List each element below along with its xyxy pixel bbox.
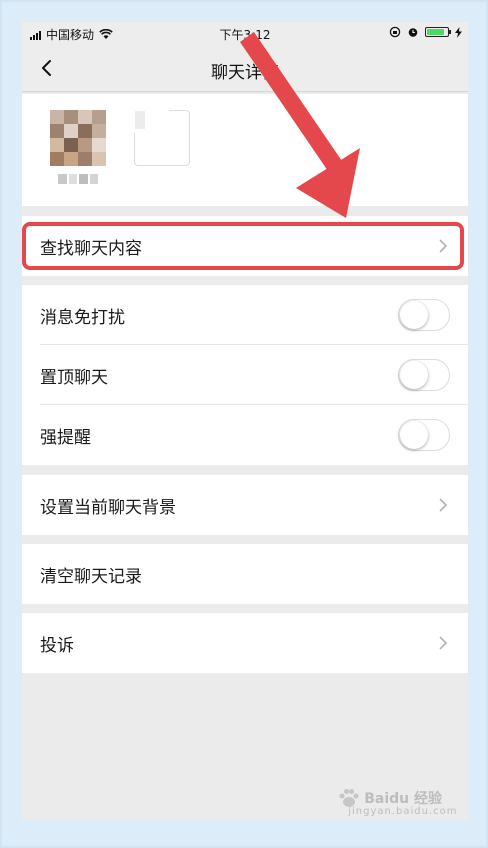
strong-alert-label: 强提醒 xyxy=(40,428,91,448)
alarm-icon xyxy=(408,28,418,37)
battery-icon xyxy=(425,27,451,37)
clear-group: 清空聊天记录 xyxy=(22,544,468,604)
phone-screen: 中国移动 下午3:12 聊天详情 查找聊天内容 消息免打扰 置顶聊天 强提醒 设… xyxy=(22,22,468,820)
toggle-group: 消息免打扰 置顶聊天 强提醒 xyxy=(22,285,468,465)
complain-row[interactable]: 投诉 xyxy=(22,613,468,673)
watermark-url: jingyan.baidu.com xyxy=(348,806,458,817)
chat-background-label: 设置当前聊天背景 xyxy=(40,498,176,518)
rotation-lock-icon xyxy=(389,26,401,38)
strong-alert-row: 强提醒 xyxy=(22,405,468,465)
dnd-toggle[interactable] xyxy=(398,299,450,331)
dnd-row: 消息免打扰 xyxy=(22,285,468,345)
pin-chat-label: 置顶聊天 xyxy=(40,368,108,388)
complain-group: 投诉 xyxy=(22,613,468,673)
status-right xyxy=(389,26,462,38)
page-title: 聊天详情 xyxy=(211,63,279,83)
search-group: 查找聊天内容 xyxy=(22,216,468,276)
nav-bar: 聊天详情 xyxy=(22,46,468,92)
clear-history-row[interactable]: 清空聊天记录 xyxy=(22,544,468,604)
member-avatar[interactable] xyxy=(50,110,106,166)
chevron-right-icon xyxy=(439,239,448,253)
add-member-button[interactable] xyxy=(133,105,190,166)
complain-label: 投诉 xyxy=(40,636,74,656)
status-bar: 中国移动 下午3:12 xyxy=(22,22,468,46)
members-section xyxy=(22,94,468,206)
battery-fill xyxy=(427,29,444,35)
chevron-right-icon xyxy=(439,636,448,650)
chevron-right-icon xyxy=(439,498,448,512)
paw-icon xyxy=(339,789,359,807)
dnd-label: 消息免打扰 xyxy=(40,308,125,328)
watermark-text: Baidu 经验 xyxy=(364,791,442,807)
search-chat-row[interactable]: 查找聊天内容 xyxy=(22,216,468,276)
chat-background-row[interactable]: 设置当前聊天背景 xyxy=(22,475,468,535)
background-group: 设置当前聊天背景 xyxy=(22,475,468,535)
pin-chat-toggle[interactable] xyxy=(398,359,450,391)
strong-alert-toggle[interactable] xyxy=(398,419,450,451)
clear-history-label: 清空聊天记录 xyxy=(40,567,142,587)
search-chat-label: 查找聊天内容 xyxy=(40,239,142,259)
charging-icon xyxy=(455,26,462,38)
member-name xyxy=(58,174,98,184)
baidu-watermark: Baidu 经验 jingyan.baidu.com xyxy=(338,788,456,817)
pin-chat-row: 置顶聊天 xyxy=(22,345,468,405)
